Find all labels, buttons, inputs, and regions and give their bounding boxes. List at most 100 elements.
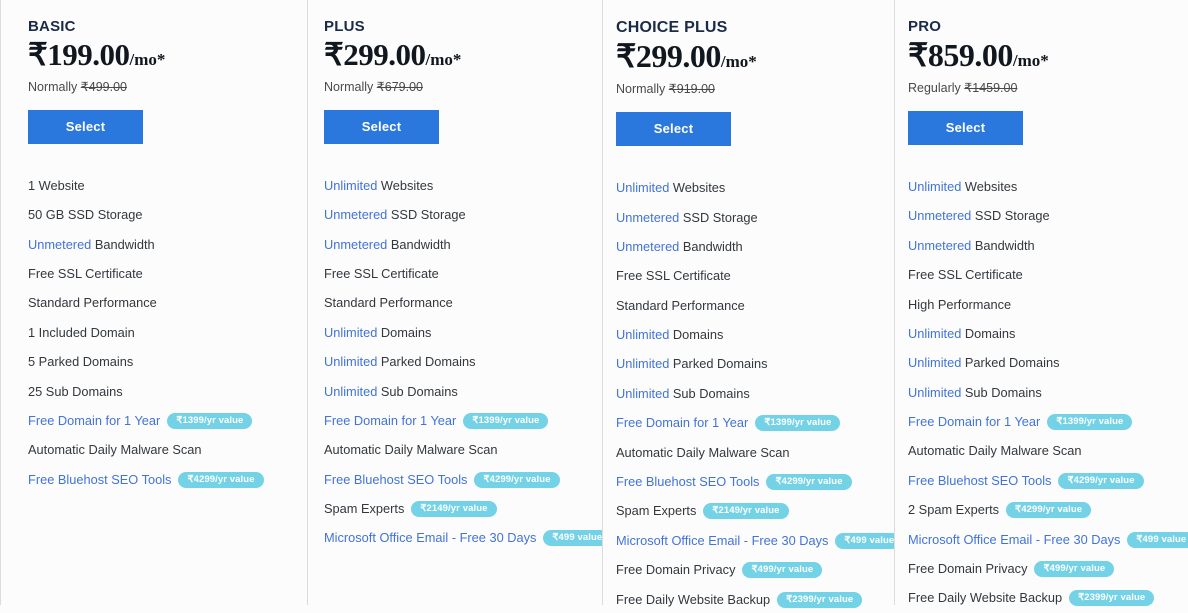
select-button-basic[interactable]: Select xyxy=(28,109,143,144)
feature-item[interactable]: Unmetered SSD Storage xyxy=(616,210,883,239)
feature-item[interactable]: Unlimited Websites xyxy=(908,179,1176,208)
plan-name: PRO xyxy=(908,18,942,35)
feature-item[interactable]: Free Domain Privacy ₹499/yr value xyxy=(616,562,883,591)
feature-highlight: Unmetered xyxy=(616,238,680,254)
feature-label: Automatic Daily Malware Scan xyxy=(616,445,790,461)
feature-label: Unlimited Websites xyxy=(616,180,725,196)
feature-item[interactable]: Unmetered Bandwidth xyxy=(616,239,883,268)
feature-label: Unlimited Websites xyxy=(324,178,433,194)
feature-item[interactable]: Free Bluehost SEO Tools ₹4299/yr value xyxy=(616,474,883,503)
feature-item[interactable]: Free Bluehost SEO Tools ₹4299/yr value xyxy=(908,472,1176,502)
feature-item[interactable]: Unlimited Parked Domains xyxy=(616,356,883,385)
feature-label: Unlimited Sub Domains xyxy=(616,386,750,402)
feature-item[interactable]: Microsoft Office Email - Free 30 Days ₹49… xyxy=(324,530,612,559)
feature-item[interactable]: Unlimited Domains xyxy=(908,326,1176,355)
plan-price: ₹199.00/mo* xyxy=(28,37,296,73)
feature-text: Standard Performance xyxy=(324,295,453,311)
feature-item[interactable]: Free Daily Website Backup ₹2399/yr value xyxy=(616,591,883,613)
feature-highlight: Unlimited xyxy=(616,356,670,372)
feature-item: 25 Sub Domains xyxy=(28,384,296,413)
feature-label: 5 Parked Domains xyxy=(28,354,133,370)
feature-item[interactable]: Unmetered Bandwidth xyxy=(908,238,1176,267)
feature-value-badge: ₹4299/yr value xyxy=(178,471,264,488)
feature-label: Standard Performance xyxy=(28,295,157,311)
plan-original-price-value: ₹1459.00 xyxy=(964,80,1018,95)
feature-item[interactable]: 2 Spam Experts ₹4299/yr value xyxy=(908,502,1176,531)
feature-text: Free SSL Certificate xyxy=(28,266,143,282)
feature-label: Unmetered SSD Storage xyxy=(908,208,1050,224)
feature-label: Unlimited Domains xyxy=(616,327,723,343)
feature-label: Free SSL Certificate xyxy=(908,267,1023,283)
select-button-plus[interactable]: Select xyxy=(324,109,439,144)
feature-text: Bandwidth xyxy=(679,238,743,254)
feature-item[interactable]: Free Domain for 1 Year ₹1399/yr value xyxy=(908,414,1176,443)
plan-original-price-label: Regularly xyxy=(908,80,961,95)
feature-item[interactable]: Free Bluehost SEO Tools ₹4299/yr value xyxy=(28,471,296,501)
feature-item[interactable]: Spam Experts ₹2149/yr value xyxy=(324,501,591,530)
feature-value-badge: ₹1399/yr value xyxy=(755,415,841,432)
feature-highlight: Unmetered xyxy=(28,236,92,252)
feature-label: Unlimited Websites xyxy=(908,179,1017,195)
feature-text: Automatic Daily Malware Scan xyxy=(324,442,498,458)
feature-item: 1 Included Domain xyxy=(28,325,296,354)
select-button-choice-plus[interactable]: Select xyxy=(616,112,731,147)
feature-label: Free SSL Certificate xyxy=(324,266,439,282)
feature-item[interactable]: Unlimited Websites xyxy=(616,180,883,209)
feature-item[interactable]: Unlimited Sub Domains xyxy=(324,384,591,413)
feature-label: Standard Performance xyxy=(616,298,745,314)
feature-list-pro: Unlimited Websites Unmetered SSD Storage U… xyxy=(908,179,1188,613)
feature-item[interactable]: Free Domain for 1 Year ₹1399/yr value xyxy=(616,415,883,444)
feature-item[interactable]: Unlimited Sub Domains xyxy=(616,386,883,415)
feature-label: 1 Included Domain xyxy=(28,325,135,341)
feature-label: Free Domain for 1 Year xyxy=(616,415,748,431)
feature-item[interactable]: Microsoft Office Email - Free 30 Days ₹49… xyxy=(616,532,904,562)
feature-item: High Performance xyxy=(908,297,1176,326)
feature-item[interactable]: Unlimited Parked Domains xyxy=(908,355,1176,384)
feature-item[interactable]: Free Domain for 1 Year ₹1399/yr value xyxy=(324,412,591,442)
feature-item[interactable]: Unmetered SSD Storage xyxy=(324,207,591,236)
feature-text: Parked Domains xyxy=(961,355,1060,371)
feature-text: 25 Sub Domains xyxy=(28,383,123,399)
feature-item[interactable]: Unmetered SSD Storage xyxy=(908,208,1176,237)
feature-item[interactable]: Free Domain for 1 Year ₹1399/yr value xyxy=(28,412,296,442)
feature-highlight: Unlimited xyxy=(616,327,670,343)
feature-item[interactable]: Unmetered Bandwidth xyxy=(324,237,591,266)
feature-highlight: Free Bluehost SEO Tools xyxy=(616,474,760,489)
plan-price-amount: ₹199.00 xyxy=(28,37,130,72)
select-button-pro[interactable]: Select xyxy=(908,111,1023,146)
plan-price: ₹299.00/mo* xyxy=(324,37,591,73)
feature-item[interactable]: Free Daily Website Backup ₹2399/yr value xyxy=(908,590,1176,613)
feature-item[interactable]: Unlimited Domains xyxy=(324,325,591,354)
feature-text: High Performance xyxy=(908,296,1012,312)
feature-item[interactable]: Unlimited Websites xyxy=(324,178,591,207)
feature-item: 5 Parked Domains xyxy=(28,354,296,383)
feature-item[interactable]: Unlimited Domains xyxy=(616,327,883,356)
feature-item: Free SSL Certificate xyxy=(28,266,296,295)
feature-highlight: Unlimited xyxy=(908,325,962,341)
plan-original-price-value: ₹919.00 xyxy=(668,81,715,96)
plan-price: ₹299.00/mo* xyxy=(616,38,883,75)
feature-label: Spam Experts xyxy=(616,503,696,519)
plan-price: ₹859.00/mo* xyxy=(908,37,1176,74)
feature-text: SSD Storage xyxy=(679,209,758,225)
feature-highlight: Unlimited xyxy=(616,180,670,196)
feature-item[interactable]: Microsoft Office Email - Free 30 Days ₹49… xyxy=(908,531,1188,561)
feature-label: Automatic Daily Malware Scan xyxy=(28,442,202,458)
plan-original-price: Normally ₹919.00 xyxy=(616,81,883,97)
feature-text: Free SSL Certificate xyxy=(616,268,731,284)
feature-item[interactable]: Unlimited Parked Domains xyxy=(324,354,591,383)
feature-item[interactable]: Spam Experts ₹2149/yr value xyxy=(616,503,883,532)
feature-value-badge: ₹4299/yr value xyxy=(1006,502,1092,519)
feature-item[interactable]: Unmetered Bandwidth xyxy=(28,237,296,266)
feature-label: Free Bluehost SEO Tools xyxy=(324,472,467,488)
feature-text: Bandwidth xyxy=(387,236,451,252)
feature-item[interactable]: Unlimited Sub Domains xyxy=(908,385,1176,414)
feature-text: Spam Experts xyxy=(324,501,405,517)
feature-label: Automatic Daily Malware Scan xyxy=(908,443,1082,459)
feature-item[interactable]: Free Bluehost SEO Tools ₹4299/yr value xyxy=(324,471,591,501)
feature-highlight: Unlimited xyxy=(324,354,378,370)
feature-text: Automatic Daily Malware Scan xyxy=(616,444,790,460)
feature-list-basic: 1 Website 50 GB SSD Storage Unmetered Band… xyxy=(28,178,296,501)
feature-item[interactable]: Free Domain Privacy ₹499/yr value xyxy=(908,560,1176,590)
feature-label: Automatic Daily Malware Scan xyxy=(324,442,498,458)
